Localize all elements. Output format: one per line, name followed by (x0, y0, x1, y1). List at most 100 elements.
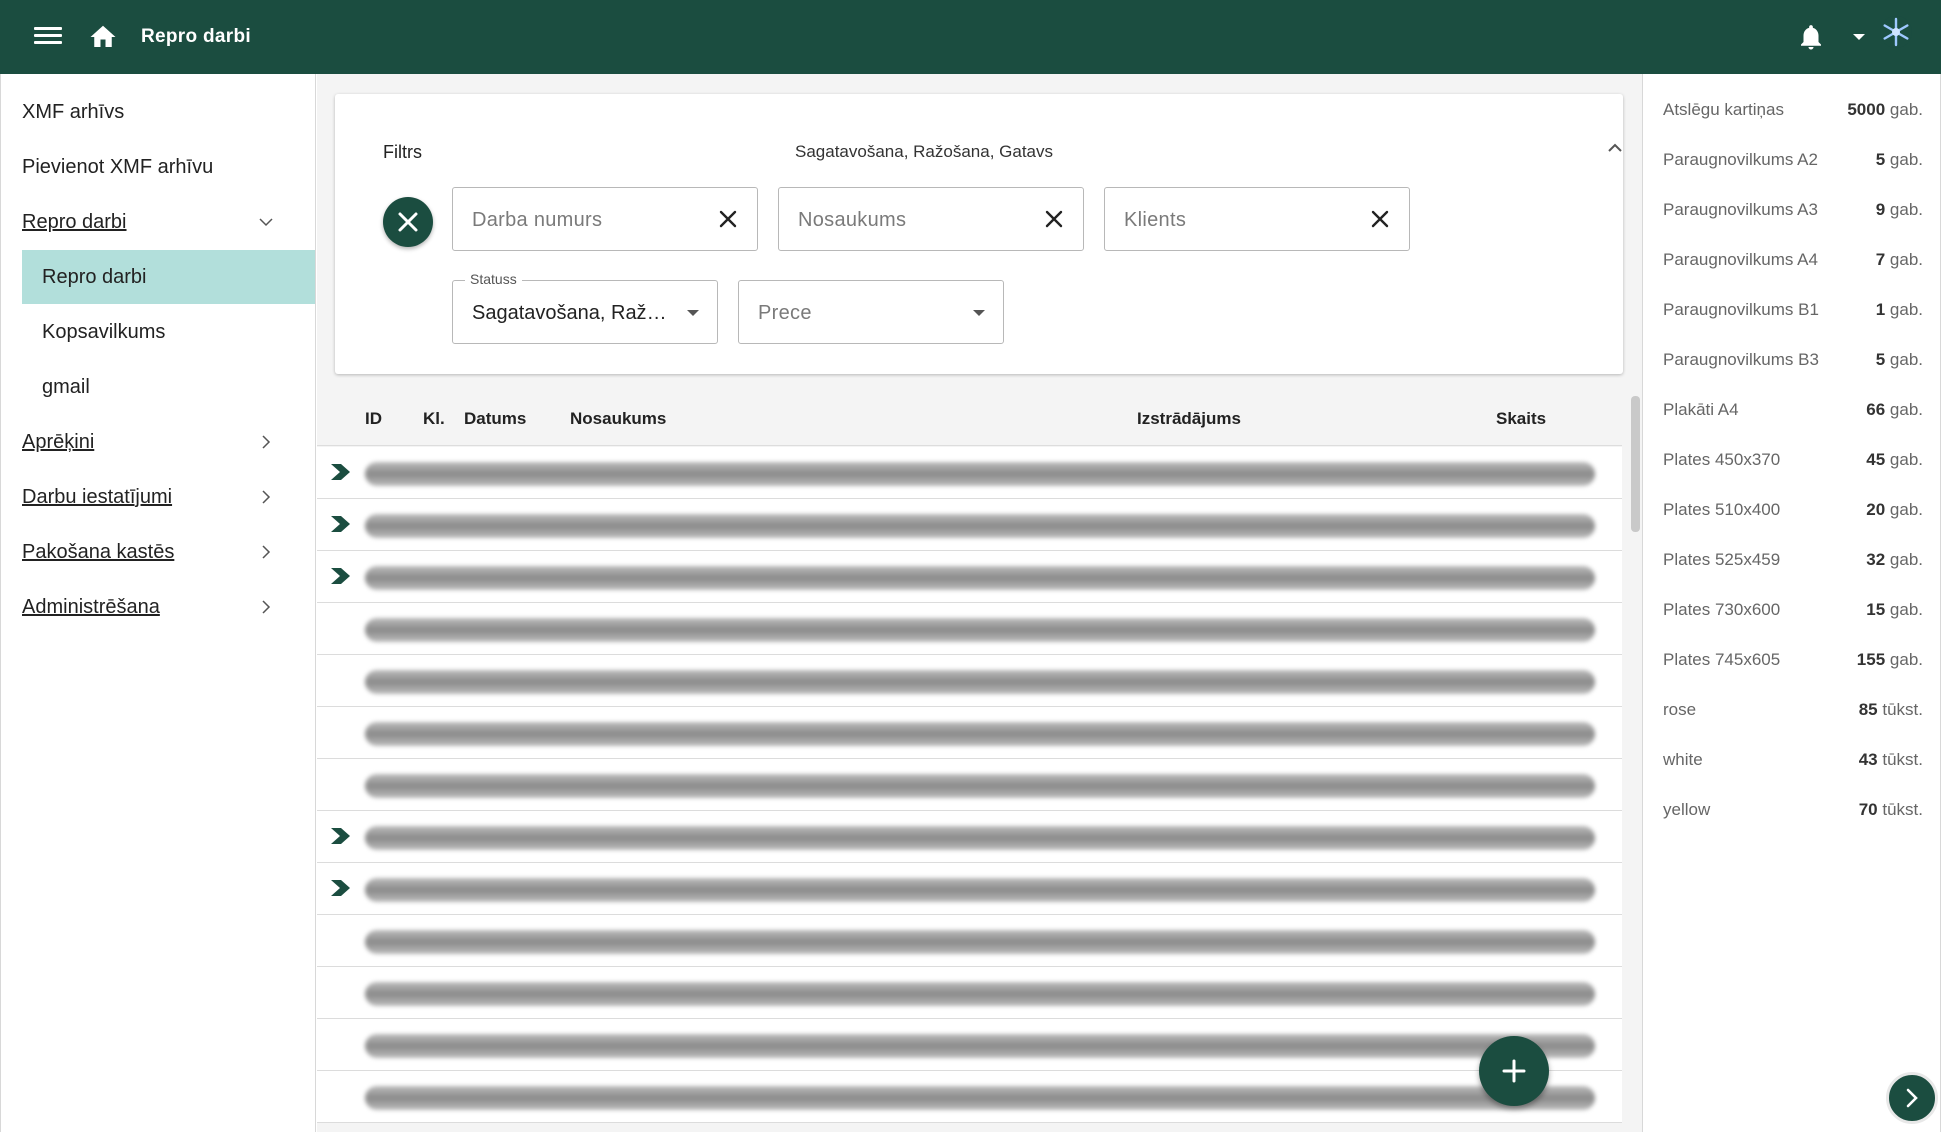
stock-item: Paraugnovilkums A4 7 gab. (1663, 238, 1923, 278)
arrow-marker-icon (331, 464, 350, 480)
sidebar-item-xmf-archive[interactable]: XMF arhīvs (22, 85, 315, 139)
sidebar-subitem-repro-jobs[interactable]: Repro darbi (22, 250, 315, 304)
stock-item-name: rose (1663, 700, 1697, 719)
stock-item-name: Plates 730x600 (1663, 600, 1781, 619)
table-row[interactable] (317, 603, 1622, 655)
close-icon[interactable] (1043, 208, 1065, 230)
stock-item-quantity: 155 gab. (1857, 650, 1923, 670)
close-icon (398, 212, 418, 232)
panel-toggle-button[interactable] (1886, 1072, 1938, 1124)
job-number-field[interactable]: Darba numurs (452, 187, 758, 251)
stock-summary-panel: Atslēgu kartiņas 5000 gab. Paraugnovilkums… (1642, 74, 1941, 1132)
table-row[interactable] (317, 759, 1622, 811)
stock-item: rose 85 tūkst. (1663, 688, 1923, 728)
table-row[interactable] (317, 551, 1622, 603)
table-row[interactable] (317, 1019, 1622, 1071)
filter-summary: Sagatavošana, Ražošana, Gatavs (795, 142, 1053, 161)
stock-item-value: 15 (1866, 600, 1886, 619)
chevron-up-icon[interactable] (1605, 140, 1625, 156)
stock-item: Plates 450x370 45 gab. (1663, 438, 1923, 478)
stock-item-unit: gab. (1889, 550, 1923, 569)
redacted-row-content (365, 878, 1595, 902)
table-row[interactable] (317, 863, 1622, 915)
filter-title: Filtrs (383, 142, 422, 162)
clear-filters-button[interactable] (383, 197, 433, 247)
stock-item-value: 5000 (1847, 100, 1886, 119)
sidebar-item-label: Pakošana kastēs (22, 540, 175, 563)
stock-item-name: white (1663, 750, 1703, 769)
table-row[interactable] (317, 499, 1622, 551)
stock-item-quantity: 15 gab. (1866, 600, 1923, 620)
sidebar-item-label: Pievienot XMF arhīvu (22, 155, 214, 178)
column-header-name[interactable]: Nosaukums (570, 409, 666, 429)
stock-item: Paraugnovilkums A3 9 gab. (1663, 188, 1923, 228)
table-row[interactable] (317, 811, 1622, 863)
stock-item-quantity: 66 gab. (1866, 400, 1923, 420)
stock-item-name: Plakāti A4 (1663, 400, 1739, 419)
chevron-down-icon (259, 218, 273, 227)
table-row[interactable] (317, 447, 1622, 499)
arrow-marker-icon (331, 828, 350, 844)
sidebar-item-label: XMF arhīvs (22, 100, 125, 123)
sidebar-item-job-settings[interactable]: Darbu iestatījumi (22, 470, 315, 524)
redacted-row-content (365, 1086, 1595, 1110)
sidebar-item-repro-jobs-group[interactable]: Repro darbi (22, 195, 315, 249)
sidebar-item-label: Darbu iestatījumi (22, 485, 173, 508)
sidebar-item-administration[interactable]: Administrēšana (22, 580, 315, 634)
sidebar-item-packing[interactable]: Pakošana kastēs (22, 525, 315, 579)
stock-item: Plates 730x600 15 gab. (1663, 588, 1923, 628)
product-placeholder: Prece (758, 302, 812, 324)
column-header-id[interactable]: ID (365, 409, 382, 429)
home-icon[interactable] (88, 22, 118, 52)
stock-item-unit: tūkst. (1882, 800, 1923, 819)
name-field[interactable]: Nosaukums (778, 187, 1084, 251)
redacted-row-content (365, 774, 1595, 798)
redacted-row-content (365, 826, 1595, 850)
table-header: ID Kl. Datums Nosaukums Izstrādājums Ska… (317, 392, 1622, 446)
scrollbar[interactable] (1631, 396, 1640, 532)
sidebar-subitem-summary[interactable]: Kopsavilkums (22, 305, 315, 359)
column-header-product[interactable]: Izstrādājums (1137, 409, 1241, 429)
stock-item-quantity: 85 tūkst. (1859, 700, 1923, 720)
table-row[interactable] (317, 707, 1622, 759)
stock-item-value: 66 (1866, 400, 1886, 419)
stock-item-quantity: 5000 gab. (1847, 100, 1923, 120)
stock-item-name: Atslēgu kartiņas (1663, 100, 1784, 119)
table-row[interactable] (317, 915, 1622, 967)
close-icon[interactable] (717, 208, 739, 230)
sidebar-subitem-gmail[interactable]: gmail (22, 360, 315, 414)
table-row[interactable] (317, 655, 1622, 707)
stock-item-value: 9 (1875, 200, 1886, 219)
stock-item: Atslēgu kartiņas 5000 gab. (1663, 88, 1923, 128)
stock-item-unit: gab. (1889, 400, 1923, 419)
account-menu-caret-icon[interactable] (1853, 34, 1865, 40)
stock-item-unit: gab. (1889, 300, 1923, 319)
status-select[interactable]: Statuss Sagatavošana, Ražo... (452, 271, 718, 344)
chevron-right-icon (1906, 1088, 1918, 1108)
column-header-count[interactable]: Skaits (1496, 409, 1546, 429)
sidebar-item-calculations[interactable]: Aprēķini (22, 415, 315, 469)
add-icon (1502, 1059, 1526, 1083)
product-select[interactable]: Prece (738, 280, 1004, 344)
stock-item: Paraugnovilkums B3 5 gab. (1663, 338, 1923, 378)
table-row[interactable] (317, 967, 1622, 1019)
top-app-bar: Repro darbi (0, 0, 1941, 74)
close-icon[interactable] (1369, 208, 1391, 230)
avatar-icon[interactable] (1880, 16, 1912, 48)
sidebar: XMF arhīvs Pievienot XMF arhīvu Repro da… (0, 74, 316, 1132)
stock-item-unit: tūkst. (1882, 750, 1923, 769)
sidebar-item-add-xmf-archive[interactable]: Pievienot XMF arhīvu (22, 140, 315, 194)
stock-item-value: 32 (1866, 550, 1886, 569)
stock-item-unit: gab. (1889, 500, 1923, 519)
chevron-right-icon (262, 545, 271, 559)
column-header-kl[interactable]: Kl. (423, 409, 445, 429)
client-field[interactable]: Klients (1104, 187, 1410, 251)
stock-item-value: 85 (1858, 700, 1878, 719)
table-row[interactable] (317, 1071, 1622, 1123)
menu-icon[interactable] (34, 24, 62, 48)
stock-item-value: 155 (1856, 650, 1886, 669)
add-job-button[interactable] (1479, 1036, 1549, 1106)
name-placeholder: Nosaukums (798, 209, 907, 231)
bell-icon[interactable] (1796, 22, 1826, 52)
column-header-date[interactable]: Datums (464, 409, 526, 429)
